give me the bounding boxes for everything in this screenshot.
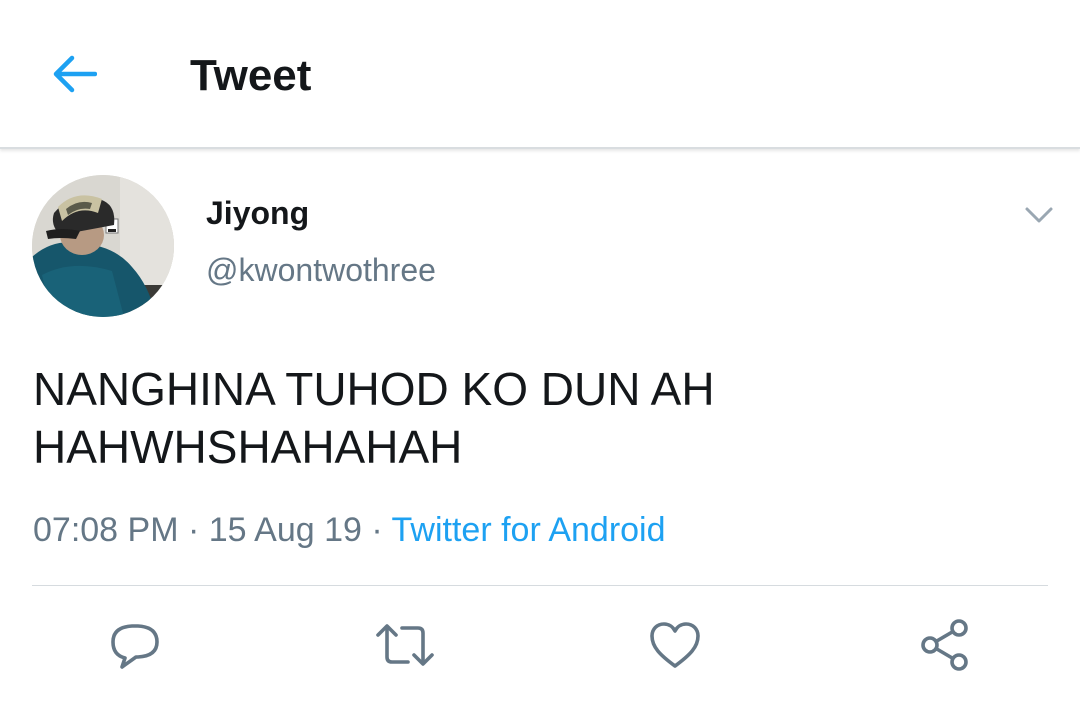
avatar[interactable] [32, 175, 174, 317]
tweet-detail-screen: Tweet Jiyong @kwontwothree NANGHINA TUHO… [0, 0, 1080, 714]
like-button[interactable] [644, 614, 706, 676]
tweet-text-line: HAHWHSHAHAHAH [33, 421, 463, 473]
chevron-down-icon [1025, 207, 1053, 223]
author-handle[interactable]: @kwontwothree [206, 251, 436, 289]
retweet-button[interactable] [374, 614, 436, 676]
tweet-time: 07:08 PM [33, 511, 179, 549]
meta-separator: · [361, 511, 392, 549]
page-title: Tweet [190, 51, 312, 100]
tweet-source-link[interactable]: Twitter for Android [392, 511, 666, 549]
tweet-meta: 07:08 PM · 15 Aug 19 · Twitter for Andro… [33, 510, 666, 550]
tweet-options-button[interactable] [1018, 196, 1060, 234]
arrow-left-icon [53, 55, 97, 93]
back-button[interactable] [44, 46, 104, 102]
tweet-date: 15 Aug 19 [208, 511, 362, 549]
divider [32, 585, 1048, 586]
share-icon [921, 619, 968, 671]
like-icon [650, 622, 700, 668]
retweet-icon [376, 624, 434, 666]
top-app-bar: Tweet [0, 0, 1080, 149]
reply-button[interactable] [104, 614, 166, 676]
author-display-name[interactable]: Jiyong [206, 194, 309, 232]
tweet-text: NANGHINA TUHOD KO DUN AH HAHWHSHAHAHAH [33, 360, 1043, 476]
avatar-photo [32, 175, 174, 317]
share-button[interactable] [914, 614, 976, 676]
tweet-text-line: NANGHINA TUHOD KO DUN AH [33, 363, 715, 415]
reply-icon [111, 624, 159, 669]
meta-separator: · [178, 511, 209, 549]
